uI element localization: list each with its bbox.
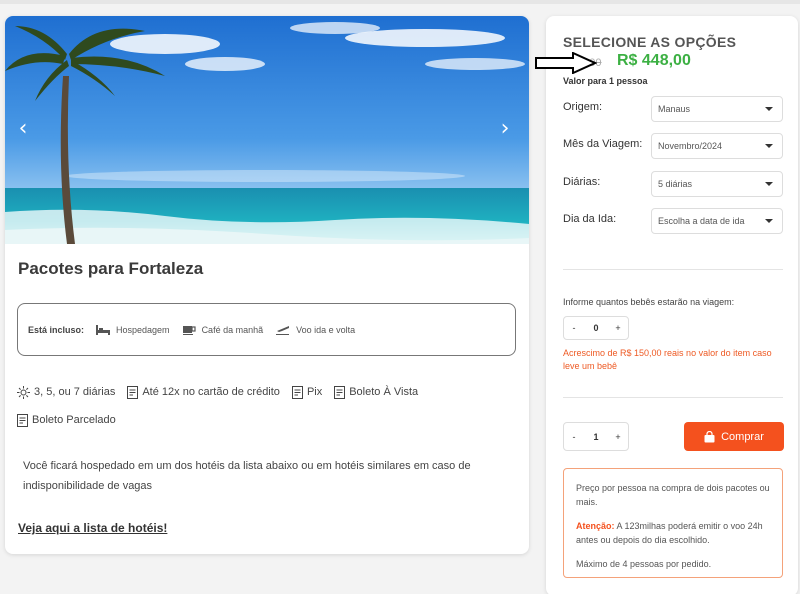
select-value: 5 diárias [658,179,693,189]
feature-label: 3, 5, ou 7 diárias [34,386,116,398]
departure-select[interactable]: Escolha a data de ida [651,208,783,234]
feature-label: Boleto À Vista [349,386,419,398]
shopping-bag-icon [704,430,715,442]
divider [563,269,783,270]
nights-field: Diárias: 5 diárias [563,171,783,197]
quantity-value[interactable]: 1 [584,432,608,442]
annotation-arrow-icon [535,52,597,74]
included-item-label: Hospedagem [116,324,170,335]
features-list: 3, 5, ou 7 diárias Até 12x no cartão de … [17,383,517,439]
feature-item: Até 12x no cartão de crédito [127,385,280,399]
buy-label: Comprar [721,430,764,443]
babies-label: Informe quantos bebês estarão na viagem: [563,297,735,307]
feature-item: Boleto À Vista [334,385,419,399]
divider [563,397,783,398]
included-item-label: Café da manhã [201,324,264,335]
feature-label: Pix [306,386,323,398]
package-title: Pacotes para Fortaleza [18,259,204,278]
carousel-next-button[interactable]: › [493,116,517,142]
origin-select[interactable]: Manaus [651,96,783,122]
chevron-down-icon [765,219,773,223]
top-divider [0,0,800,4]
package-card: ‹ › Pacotes para Fortaleza Está incluso:… [5,16,529,554]
babies-note: Acrescimo de R$ 150,00 reais no valor do… [563,348,772,371]
chevron-down-icon [765,107,773,111]
field-label: Dia da Ida: [563,213,617,225]
field-label: Origem: [563,101,603,113]
select-value: Novembro/2024 [658,141,723,151]
carousel-prev-button[interactable]: ‹ [11,116,35,142]
price-note: Valor para 1 pessoa [563,76,648,86]
included-item-flight: Voo ida e volta [276,325,355,335]
field-label: Mês da Viagem: [563,138,643,150]
options-title: SELECIONE AS OPÇÕES [563,34,737,50]
babies-increment-button[interactable]: + [608,323,628,333]
notice-box: Preço por pessoa na compra de dois pacot… [563,468,783,578]
month-field: Mês da Viagem: Novembro/2024 [563,133,783,159]
quantity-decrement-button[interactable]: - [564,432,584,442]
buy-button[interactable]: Comprar [684,422,784,451]
receipt-icon [127,385,139,399]
hotels-list-link[interactable]: Veja aqui a lista de hotéis! [18,521,167,535]
nights-select[interactable]: 5 diárias [651,171,783,197]
attention-text: Atenção: A 123milhas poderá emitir o voo… [576,519,770,547]
quantity-increment-button[interactable]: + [608,432,628,442]
month-select[interactable]: Novembro/2024 [651,133,783,159]
select-value: Manaus [658,104,691,114]
attention-label: Atenção: [576,521,615,531]
feature-label: Até 12x no cartão de crédito [142,386,280,398]
included-item-breakfast: Café da manhã [182,324,264,335]
package-description: Você ficará hospedado em um dos hotéis d… [23,460,471,492]
babies-stepper: - 0 + [563,316,629,340]
price: R$ 448,00 [617,52,691,69]
quantity-stepper: - 1 + [563,422,629,451]
included-item-label: Voo ida e volta [296,324,356,335]
chevron-down-icon [765,144,773,148]
included-label: Está incluso: [28,324,85,335]
babies-count[interactable]: 0 [584,323,608,333]
feature-label: Boleto Parcelado [32,414,116,426]
receipt-icon [334,385,346,399]
airplane-takeoff-icon [276,325,290,335]
coffee-cup-icon [182,325,196,335]
hero-carousel: ‹ › [5,16,529,244]
max-people-text: Máximo de 4 pessoas por pedido. [576,559,712,569]
bed-icon [96,324,111,335]
origin-field: Origem: Manaus [563,96,783,122]
sun-icon [17,385,30,399]
departure-field: Dia da Ida: Escolha a data de ida [563,208,783,234]
feature-item: Pix [291,385,323,399]
select-value: Escolha a data de ida [658,216,745,226]
options-card: SELECIONE AS OPÇÕES R$ 0,00 R$ 448,00 Va… [546,16,798,594]
receipt-icon [291,385,303,399]
babies-decrement-button[interactable]: - [564,323,584,333]
notice-text: Preço por pessoa na compra de dois pacot… [576,483,770,507]
beach-photo [5,16,529,244]
included-box: Está incluso: Hospedagem Café da manhã V… [17,303,516,356]
chevron-down-icon [765,182,773,186]
field-label: Diárias: [563,176,601,188]
feature-item: Boleto Parcelado [17,413,116,427]
included-item-lodging: Hospedagem [96,324,170,335]
feature-item: 3, 5, ou 7 diárias [17,385,116,399]
receipt-icon [17,413,28,427]
